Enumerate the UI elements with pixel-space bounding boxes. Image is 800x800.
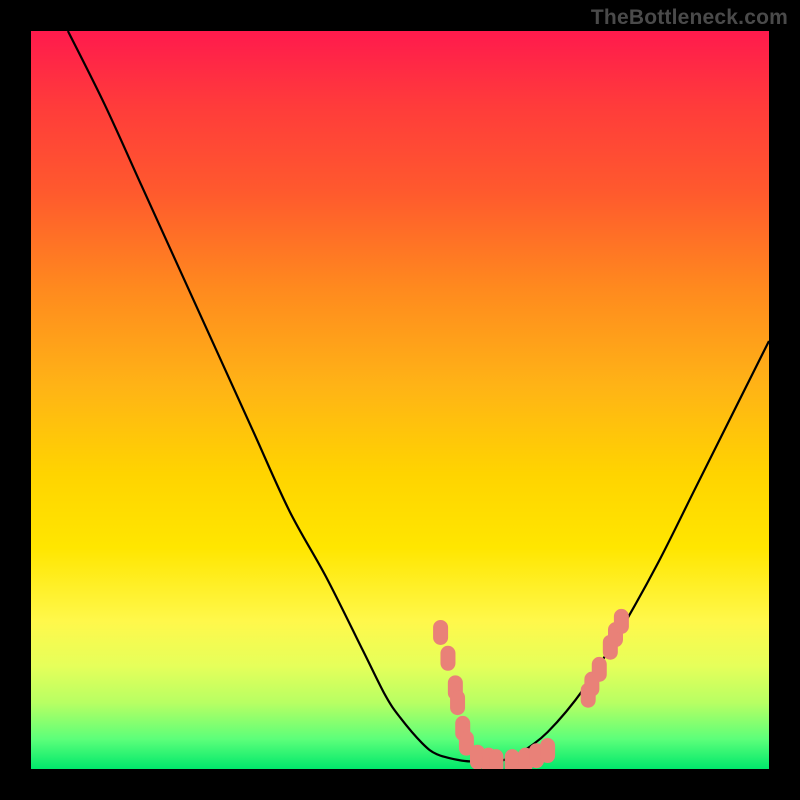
curve-marker [592,657,606,681]
curve-marker [489,750,503,769]
chart-frame: TheBottleneck.com [0,0,800,800]
attribution-label: TheBottleneck.com [591,6,788,30]
bottleneck-chart-svg [31,31,769,769]
curve-marker [441,646,455,670]
plot-area [31,31,769,769]
curve-marker [541,739,555,763]
bottleneck-curve [68,31,769,762]
curve-marker [434,620,448,644]
curve-marker [451,691,465,715]
curve-marker [614,609,628,633]
curve-marker [505,750,519,769]
